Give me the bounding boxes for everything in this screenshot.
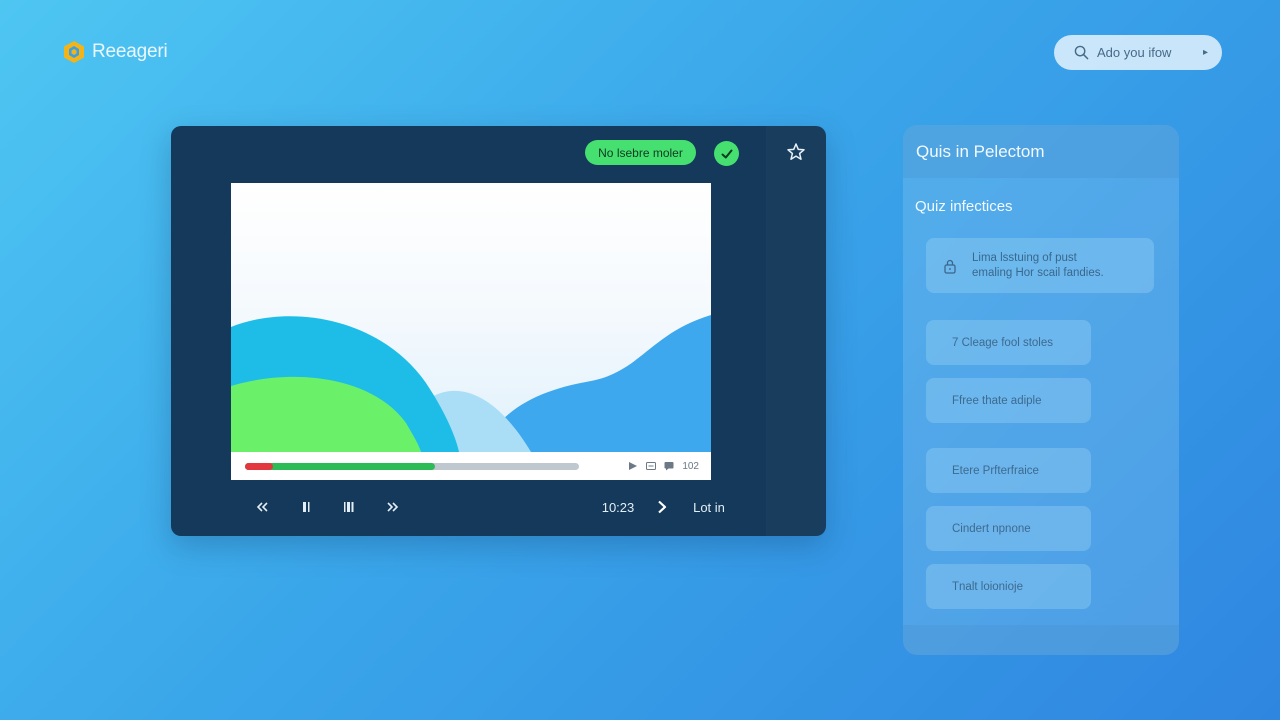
- video-thumbnail-scene: [231, 315, 711, 452]
- video-player: No lsebre moler 102 10:23 Lot in: [171, 126, 826, 536]
- player-side-shade: [766, 126, 826, 536]
- rewind-button[interactable]: [253, 496, 273, 518]
- info-line-1: Lima lsstuing of pust: [972, 251, 1077, 264]
- quiz-footer: [903, 625, 1179, 655]
- info-line-2: emaling Hor scail fandies.: [972, 266, 1104, 279]
- quiz-option[interactable]: Ffree thate adiple: [926, 378, 1091, 423]
- frame-step-button[interactable]: [339, 496, 359, 518]
- brand[interactable]: Reeageri: [62, 40, 168, 64]
- star-icon[interactable]: [786, 142, 806, 162]
- next-button[interactable]: [652, 496, 672, 518]
- quiz-option[interactable]: Tnalt loionioje: [926, 564, 1091, 609]
- play-icon[interactable]: [628, 461, 638, 471]
- video-frame[interactable]: 102: [231, 183, 711, 480]
- action-button[interactable]: Lot in: [689, 496, 729, 518]
- chevron-right-icon: [658, 500, 667, 514]
- chat-icon[interactable]: [664, 461, 674, 471]
- time-display: 10:23: [601, 499, 635, 515]
- brand-name: Reeageri: [92, 41, 168, 62]
- frame-step-icon: [344, 502, 354, 512]
- rewind-icon: [256, 502, 268, 512]
- progress-fill: [245, 462, 436, 470]
- pause-button[interactable]: [296, 496, 316, 518]
- mini-controls: 102: [628, 461, 699, 472]
- search-icon: [1074, 45, 1089, 60]
- search-label: Ado you ifow: [1097, 45, 1172, 60]
- mini-count: 102: [682, 460, 699, 472]
- check-button[interactable]: [714, 141, 739, 166]
- lock-icon: [944, 259, 956, 274]
- status-chip[interactable]: No lsebre moler: [585, 140, 696, 165]
- hexagon-logo-icon: [64, 41, 84, 63]
- fast-forward-button[interactable]: [382, 496, 402, 518]
- search-bar[interactable]: Ado you ifow ▸: [1054, 35, 1222, 70]
- progress-track[interactable]: [245, 462, 579, 470]
- quiz-option[interactable]: 7 Cleage fool stoles: [926, 320, 1091, 365]
- quiz-option[interactable]: Etere Prfterfraice: [926, 448, 1091, 493]
- caret-icon: ▸: [1202, 47, 1208, 58]
- fast-forward-icon: [387, 502, 399, 512]
- player-controls: 10:23 Lot in: [171, 496, 826, 518]
- pause-icon: [303, 502, 310, 512]
- progress-marker: [245, 462, 273, 470]
- quiz-subtitle: Quiz infectices: [915, 198, 1013, 215]
- video-progress-bar: 102: [231, 452, 711, 480]
- quiz-info-card: Lima lsstuing of pust emaling Hor scail …: [926, 238, 1154, 293]
- quiz-title: Quis in Pelectom: [903, 125, 1179, 178]
- quiz-panel: Quis in Pelectom Quiz infectices Lima ls…: [903, 125, 1179, 655]
- check-icon: [721, 149, 732, 158]
- quiz-option[interactable]: Cindert npnone: [926, 506, 1091, 551]
- captions-icon[interactable]: [646, 461, 657, 471]
